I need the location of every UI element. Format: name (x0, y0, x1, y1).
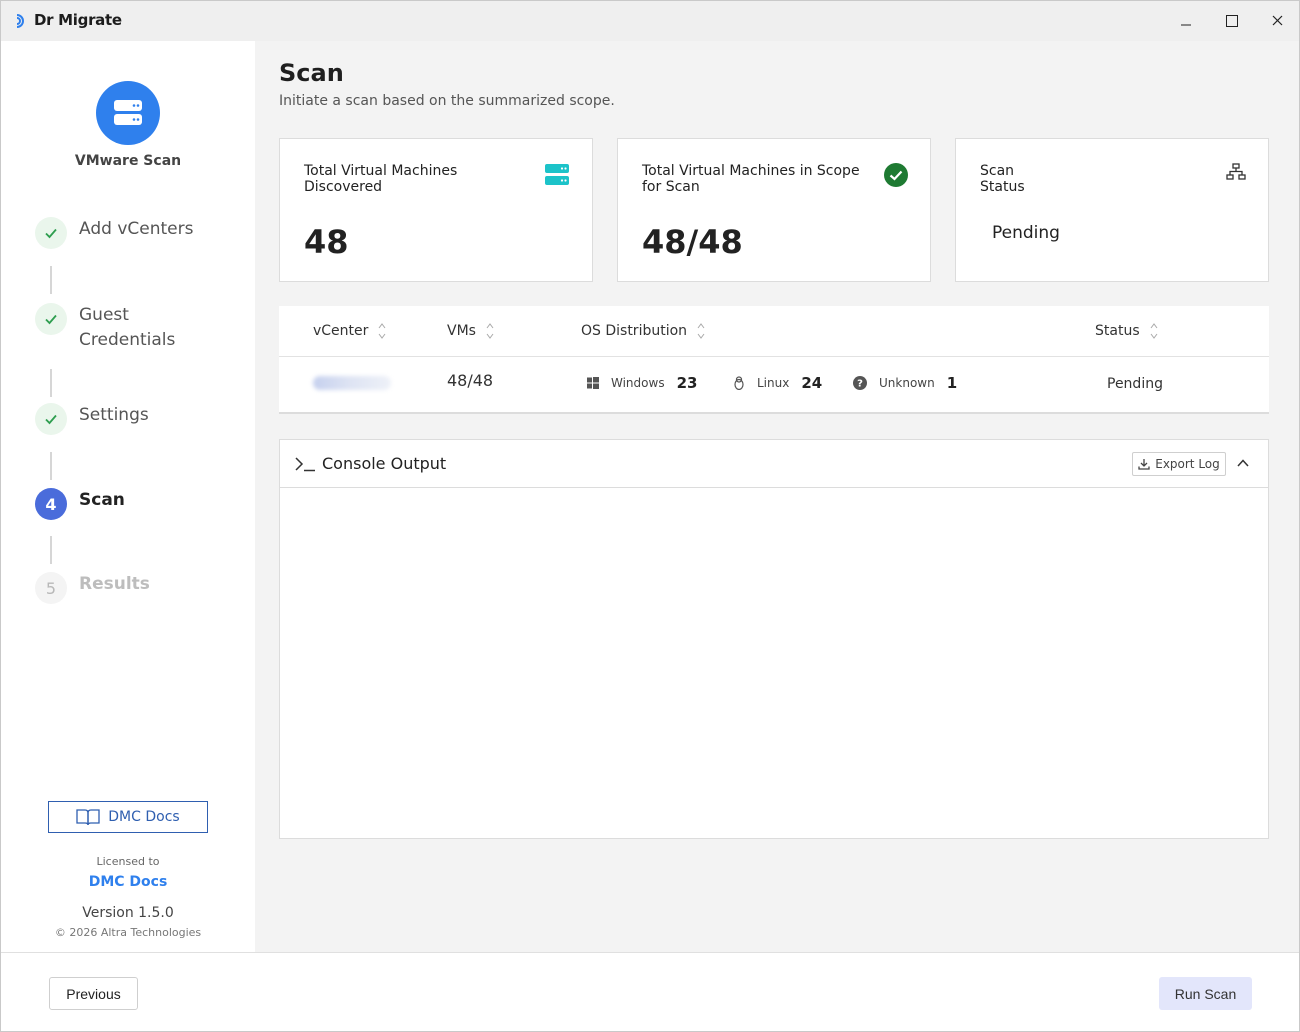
dmc-docs-button[interactable]: DMC Docs (48, 801, 208, 833)
column-header-label: OS Distribution (581, 323, 688, 339)
sort-icon (379, 323, 386, 339)
app-icon (96, 81, 160, 145)
app-title: Dr Migrate (34, 11, 122, 29)
terminal-icon (295, 457, 315, 472)
maximize-icon (1226, 15, 1238, 27)
export-log-button[interactable]: Export Log (1132, 452, 1226, 476)
console-header: Console Output Export Log (280, 440, 1268, 488)
main-content: Scan Initiate a scan based on the summar… (255, 41, 1299, 952)
version-label: Version 1.5.0 (82, 905, 174, 921)
os-linux: Linux 24 (733, 374, 822, 392)
card-vms-in-scope: Total Virtual Machines in Scope for Scan… (617, 138, 931, 282)
os-windows: Windows 23 (587, 374, 697, 392)
card-vms-discovered: Total Virtual Machines Discovered 48 (279, 138, 593, 282)
step-label: Scan (79, 490, 125, 510)
close-button[interactable] (1255, 1, 1300, 41)
dmc-docs-label: DMC Docs (108, 809, 180, 825)
network-icon (1226, 163, 1246, 180)
download-icon (1138, 459, 1150, 470)
chevron-up-icon[interactable] (1236, 456, 1250, 470)
card-value: Pending (992, 223, 1060, 243)
step-label: Add vCenters (79, 219, 194, 239)
console-panel: Console Output Export Log (279, 439, 1269, 839)
os-name: Linux (757, 376, 790, 390)
column-header-label: vCenter (313, 323, 369, 339)
app-name: VMware Scan (74, 153, 182, 169)
title-bar: Dr Migrate (1, 1, 1299, 41)
step-number: 5 (35, 572, 67, 604)
check-icon (45, 314, 57, 325)
card-scan-status: Scan Status Pending (955, 138, 1269, 282)
step-add-vcenters[interactable]: Add vCenters (35, 217, 193, 249)
step-scan[interactable]: 4 Scan (35, 488, 125, 520)
question-icon: ? (853, 376, 867, 390)
table-header-divider (279, 356, 1269, 357)
os-unknown: ? Unknown 1 (853, 374, 957, 392)
card-value: 48 (304, 223, 349, 261)
console-title: Console Output (322, 454, 447, 473)
run-scan-button[interactable]: Run Scan (1159, 977, 1252, 1010)
step-label: Results (79, 574, 150, 594)
column-header-label: VMs (447, 323, 476, 339)
card-label: Total Virtual Machines in Scope for Scan (642, 163, 860, 195)
column-header-status[interactable]: Status (1095, 322, 1158, 340)
licensed-to-label: Licensed to (96, 855, 160, 868)
check-circle-icon (884, 163, 908, 187)
export-log-label: Export Log (1155, 457, 1220, 471)
step-settings[interactable]: Settings (35, 403, 149, 435)
step-connector (50, 266, 52, 294)
step-done-indicator (35, 217, 67, 249)
card-value: 48/48 (642, 223, 743, 261)
column-header-os-distribution[interactable]: OS Distribution (581, 322, 705, 340)
step-guest-credentials[interactable]: Guest Credentials (35, 303, 189, 353)
windows-icon (587, 377, 599, 389)
step-done-indicator (35, 303, 67, 335)
sort-icon (697, 323, 705, 339)
minimize-icon (1181, 24, 1191, 26)
os-name: Unknown (879, 376, 935, 390)
check-icon (45, 228, 57, 239)
os-name: Windows (611, 376, 665, 390)
card-label: Scan Status (980, 163, 1025, 195)
os-count: 23 (676, 374, 698, 392)
vcenter-name-redacted (313, 376, 391, 390)
previous-button[interactable]: Previous (49, 977, 138, 1010)
row-status: Pending (1107, 376, 1163, 392)
licensee-name: DMC Docs (88, 874, 168, 890)
copyright-label: © 2026 Altra Technologies (54, 926, 202, 939)
close-icon (1272, 15, 1283, 26)
step-connector (50, 369, 52, 397)
column-header-vcenter[interactable]: vCenter (313, 322, 386, 340)
step-number: 4 (35, 488, 67, 520)
sort-icon (1150, 323, 1158, 339)
sidebar: VMware Scan Add vCenters Guest Credentia… (1, 41, 255, 952)
step-connector (50, 536, 52, 564)
card-label: Total Virtual Machines Discovered (304, 163, 458, 195)
step-label: Settings (79, 405, 149, 425)
page-subtitle: Initiate a scan based on the summarized … (279, 93, 615, 109)
column-header-label: Status (1095, 323, 1140, 339)
dr-migrate-logo-icon (16, 14, 24, 28)
footer: Previous Run Scan (1, 952, 1299, 1031)
step-label: Guest Credentials (79, 305, 176, 350)
page-title: Scan (279, 59, 344, 87)
linux-icon (734, 376, 744, 390)
server-icon (545, 164, 569, 185)
minimize-button[interactable] (1163, 1, 1209, 41)
console-body (296, 500, 1246, 820)
svg-text:?: ? (857, 379, 863, 390)
step-connector (50, 452, 52, 480)
maximize-button[interactable] (1209, 1, 1255, 41)
os-count: 24 (801, 374, 823, 392)
sort-icon (486, 323, 494, 339)
vcenter-table: vCenter VMs OS Distribution Status 48/48… (279, 306, 1269, 414)
book-icon (76, 809, 100, 826)
step-done-indicator (35, 403, 67, 435)
vms-count: 48/48 (447, 371, 494, 390)
column-header-vms[interactable]: VMs (447, 322, 494, 340)
step-results[interactable]: 5 Results (35, 572, 150, 604)
os-count: 1 (946, 374, 958, 392)
server-icon (114, 100, 142, 125)
check-icon (45, 414, 57, 425)
